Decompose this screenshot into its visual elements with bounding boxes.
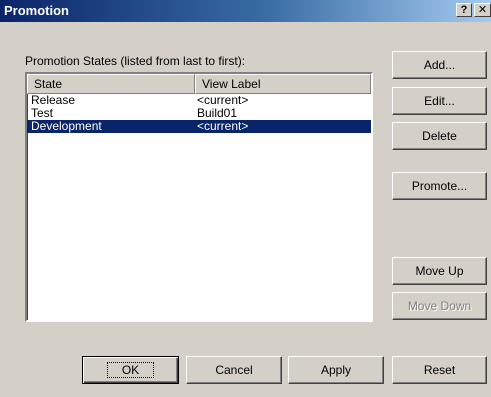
reset-button[interactable]: Reset xyxy=(392,356,487,384)
move-down-button[interactable]: Move Down xyxy=(392,292,487,320)
ok-button[interactable]: OK xyxy=(82,356,179,384)
cancel-button[interactable]: Cancel xyxy=(186,356,282,384)
edit-button[interactable]: Edit... xyxy=(392,87,487,115)
list-row-development[interactable]: Development <current> xyxy=(27,120,371,133)
list-header: State View Label xyxy=(27,74,371,94)
add-button[interactable]: Add... xyxy=(392,51,487,79)
promote-button[interactable]: Promote... xyxy=(392,172,487,200)
move-up-button[interactable]: Move Up xyxy=(392,257,487,285)
ok-label: OK xyxy=(106,362,155,378)
row-state: Development xyxy=(31,119,102,133)
promotion-states-list[interactable]: State View Label Release <current> Test … xyxy=(25,72,373,322)
promotion-dialog: Promotion ? ✕ Promotion States (listed f… xyxy=(0,0,491,397)
apply-button[interactable]: Apply xyxy=(288,356,384,384)
column-header-view-label[interactable]: View Label xyxy=(195,74,371,94)
delete-button[interactable]: Delete xyxy=(392,122,487,150)
title-bar[interactable]: Promotion ? ✕ xyxy=(0,0,491,22)
row-view-label: <current> xyxy=(197,119,249,133)
help-button[interactable]: ? xyxy=(456,3,472,17)
column-header-state[interactable]: State xyxy=(27,74,195,94)
window-title: Promotion xyxy=(4,3,69,18)
promotion-states-label: Promotion States (listed from last to fi… xyxy=(25,54,246,68)
close-icon[interactable]: ✕ xyxy=(474,3,491,17)
